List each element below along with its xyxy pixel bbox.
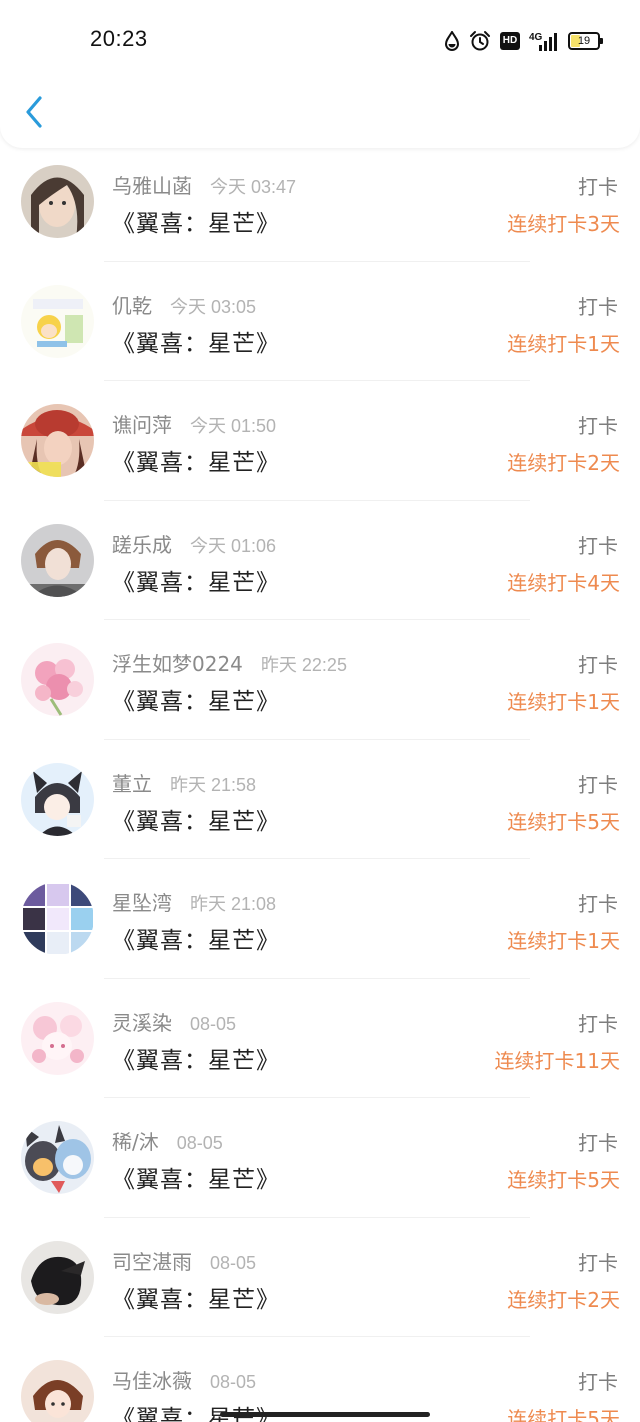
battery-level: 19 [577, 35, 591, 47]
action-label: 打卡 [578, 653, 618, 677]
list-item[interactable]: 蹉乐成 今天 01:06 《翼喜：星芒》 打卡 连续打卡4天 [0, 501, 640, 620]
action-label: 打卡 [578, 294, 618, 319]
timestamp: 今天 01:06 [190, 535, 277, 556]
book-title: 《翼喜：星芒》 [112, 569, 280, 596]
streak-label: 连续打卡5天 [507, 1168, 620, 1192]
action-label: 打卡 [578, 175, 618, 199]
back-button[interactable] [20, 94, 48, 130]
book-title: 《翼喜：星芒》 [112, 1286, 280, 1313]
list-item[interactable]: 星坠湾 昨天 21:08 《翼喜：星芒》 打卡 连续打卡1天 [0, 859, 640, 979]
action-label: 打卡 [578, 892, 618, 916]
list-item[interactable]: 司空湛雨 08-05 《翼喜：星芒》 打卡 连续打卡2天 [0, 1218, 640, 1337]
action-label: 打卡 [578, 1370, 618, 1394]
avatar[interactable] [21, 643, 94, 716]
alarm-clock-icon [470, 31, 490, 51]
timestamp: 08-05 [190, 1013, 237, 1034]
water-drop-icon [444, 31, 460, 51]
timestamp: 08-05 [210, 1372, 257, 1392]
checkin-list: 乌雅山菡 今天 03:47 《翼喜：星芒》 打卡 连续打卡3天 仉乾 今天 03:0… [0, 142, 640, 1422]
streak-label: 连续打卡1天 [507, 331, 620, 356]
book-title: 《翼喜：星芒》 [112, 211, 280, 237]
book-title: 《翼喜：星芒》 [112, 330, 280, 357]
book-title: 《翼喜：星芒》 [112, 808, 280, 835]
avatar[interactable] [21, 404, 94, 477]
status-bar: 20:23 HD 4G 19 [0, 0, 640, 80]
list-item[interactable]: 灵溪染 08-05 《翼喜：星芒》 打卡 连续打卡11天 [0, 979, 640, 1098]
action-label: 打卡 [578, 1011, 618, 1036]
signal-4g-icon: 4G [529, 32, 557, 51]
streak-label: 连续打卡1天 [507, 929, 620, 953]
user-name: 马佳冰薇 08-05 [112, 1369, 257, 1393]
streak-label: 连续打卡5天 [507, 809, 620, 834]
action-label: 打卡 [578, 1131, 618, 1155]
book-title: 《翼喜：星芒》 [112, 1406, 280, 1422]
timestamp: 08-05 [210, 1252, 257, 1273]
book-title: 《翼喜：星芒》 [112, 1167, 280, 1193]
action-label: 打卡 [578, 414, 618, 438]
timestamp: 今天 01:50 [190, 416, 277, 436]
user-name: 浮生如梦0224 昨天 22:25 [112, 652, 347, 676]
streak-label: 连续打卡5天 [507, 1407, 620, 1422]
avatar[interactable] [21, 1001, 94, 1075]
header-bar: 20:23 HD 4G 19 [0, 0, 640, 148]
user-name: 乌雅山菡 今天 03:47 [112, 174, 297, 198]
streak-label: 连续打卡3天 [507, 212, 620, 236]
user-name: 仉乾 今天 03:05 [112, 293, 257, 318]
avatar[interactable] [21, 284, 94, 358]
user-name: 稀/沐 08-05 [112, 1130, 223, 1154]
list-item[interactable]: 浮生如梦0224 昨天 22:25 《翼喜：星芒》 打卡 连续打卡1天 [0, 620, 640, 740]
book-title: 《翼喜：星芒》 [112, 450, 280, 476]
streak-label: 连续打卡4天 [507, 570, 620, 595]
avatar[interactable] [21, 1121, 94, 1194]
timestamp: 昨天 21:58 [170, 774, 257, 795]
list-item[interactable]: 稀/沐 08-05 《翼喜：星芒》 打卡 连续打卡5天 [0, 1098, 640, 1218]
avatar[interactable] [21, 523, 94, 597]
timestamp: 昨天 22:25 [260, 655, 347, 675]
hd-badge: HD [500, 32, 520, 50]
timestamp: 08-05 [176, 1133, 223, 1153]
avatar[interactable] [21, 882, 94, 955]
timestamp: 今天 03:47 [210, 177, 297, 197]
book-title: 《翼喜：星芒》 [112, 689, 280, 715]
avatar[interactable] [21, 165, 94, 238]
book-title: 《翼喜：星芒》 [112, 928, 280, 954]
user-name: 星坠湾 昨天 21:08 [112, 891, 277, 915]
list-item[interactable]: 谯问萍 今天 01:50 《翼喜：星芒》 打卡 连续打卡2天 [0, 381, 640, 501]
timestamp: 今天 03:05 [170, 296, 257, 317]
streak-label: 连续打卡2天 [507, 451, 620, 475]
user-name: 谯问萍 今天 01:50 [112, 413, 277, 437]
streak-label: 连续打卡1天 [507, 690, 620, 714]
status-time: 20:23 [90, 26, 148, 51]
action-label: 打卡 [578, 772, 618, 797]
user-name: 司空湛雨 08-05 [112, 1249, 257, 1274]
user-name: 蹉乐成 今天 01:06 [112, 532, 277, 557]
list-item[interactable]: 乌雅山菡 今天 03:47 《翼喜：星芒》 打卡 连续打卡3天 [0, 142, 640, 262]
book-title: 《翼喜：星芒》 [112, 1047, 280, 1074]
home-indicator[interactable] [220, 1412, 430, 1417]
avatar[interactable] [21, 1240, 94, 1314]
action-label: 打卡 [578, 1250, 618, 1275]
streak-label: 连续打卡2天 [507, 1287, 620, 1312]
avatar[interactable] [21, 762, 94, 836]
list-item[interactable]: 仉乾 今天 03:05 《翼喜：星芒》 打卡 连续打卡1天 [0, 262, 640, 381]
action-label: 打卡 [578, 533, 618, 558]
list-item[interactable]: 马佳冰薇 08-05 《翼喜：星芒》 打卡 连续打卡5天 [0, 1337, 640, 1422]
list-item[interactable]: 董立 昨天 21:58 《翼喜：星芒》 打卡 连续打卡5天 [0, 740, 640, 859]
user-name: 董立 昨天 21:58 [112, 771, 257, 796]
battery-icon: 19 [568, 32, 603, 50]
status-icons: HD 4G 19 [444, 28, 603, 54]
avatar[interactable] [21, 1360, 94, 1422]
user-name: 灵溪染 08-05 [112, 1010, 237, 1035]
network-label: 4G [529, 32, 543, 43]
streak-label: 连续打卡11天 [494, 1048, 620, 1073]
timestamp: 昨天 21:08 [190, 894, 277, 914]
